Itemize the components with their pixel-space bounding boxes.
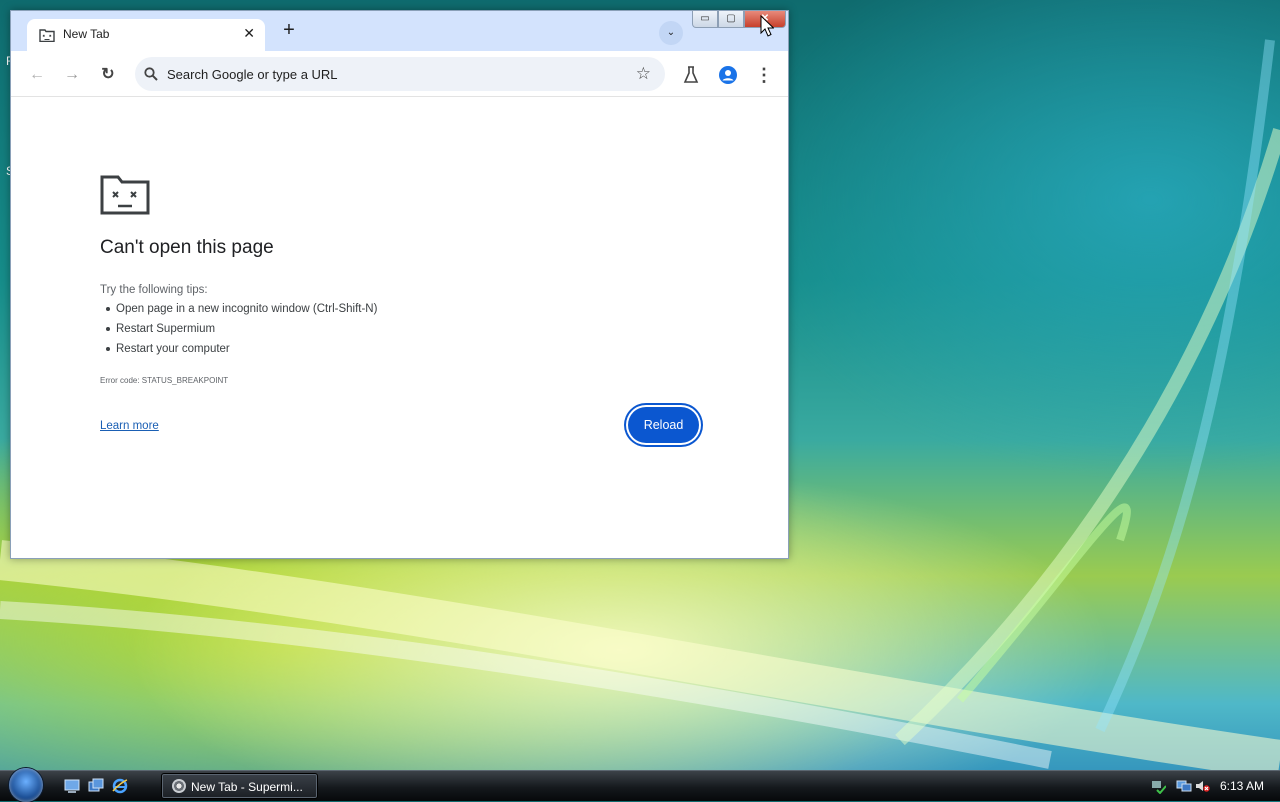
omnibox-placeholder[interactable]: Search Google or type a URL [167, 67, 338, 82]
minimize-button[interactable]: ▭ [692, 11, 718, 28]
list-item: Restart Supermium [100, 319, 377, 339]
browser-window: New Tab ✕ + ⌄ ▭ ▢ ✕ ← → ↻ Search Google … [10, 10, 789, 559]
new-tab-button[interactable]: + [277, 19, 301, 43]
list-item: Open page in a new incognito window (Ctr… [100, 299, 377, 319]
safely-remove-icon[interactable] [1150, 778, 1166, 794]
error-title: Can't open this page [100, 237, 274, 258]
forward-button[interactable]: → [60, 63, 84, 87]
tab-title: New Tab [63, 27, 110, 41]
supermium-icon [172, 779, 186, 793]
error-page: Can't open this page Try the following t… [11, 97, 788, 558]
mouse-cursor-icon [760, 15, 774, 37]
back-button[interactable]: ← [25, 63, 49, 87]
network-icon[interactable] [1176, 778, 1192, 794]
reload-icon[interactable]: ↻ [96, 63, 120, 87]
taskbar: New Tab - Supermi... 6:13 AM [0, 768, 1280, 802]
error-tips-list: Open page in a new incognito window (Ctr… [100, 299, 377, 359]
omnibox[interactable]: Search Google or type a URL ☆ [135, 57, 665, 91]
toolbar: ← → ↻ Search Google or type a URL ☆ ⋮ [11, 51, 788, 97]
learn-more-link[interactable]: Learn more [100, 420, 159, 432]
internet-explorer-icon[interactable] [112, 778, 128, 794]
titlebar[interactable]: New Tab ✕ + ⌄ ▭ ▢ ✕ [11, 11, 788, 51]
clock[interactable]: 6:13 AM [1220, 779, 1264, 793]
error-tips-label: Try the following tips: [100, 284, 208, 296]
profile-avatar-icon[interactable] [716, 63, 740, 87]
menu-kebab-icon[interactable]: ⋮ [752, 63, 776, 87]
labs-flask-icon[interactable] [679, 63, 703, 87]
volume-muted-icon[interactable] [1194, 778, 1210, 794]
error-code: Error code: STATUS_BREAKPOINT [100, 376, 229, 385]
reload-button[interactable]: Reload [628, 407, 699, 443]
tab-search-button[interactable]: ⌄ [659, 21, 683, 45]
bookmark-star-icon[interactable]: ☆ [636, 64, 651, 84]
sad-folder-icon [39, 29, 55, 42]
list-item: Restart your computer [100, 339, 377, 359]
task-label: New Tab - Supermi... [191, 780, 303, 794]
sad-folder-icon [100, 175, 150, 215]
tab-close-icon[interactable]: ✕ [243, 25, 255, 42]
start-button[interactable] [9, 768, 43, 802]
system-tray: 6:13 AM [1140, 771, 1280, 801]
tab-new-tab[interactable]: New Tab ✕ [27, 19, 265, 51]
search-icon [144, 67, 158, 81]
maximize-button[interactable]: ▢ [718, 11, 744, 28]
taskbar-task-supermium[interactable]: New Tab - Supermi... [161, 773, 318, 799]
switch-windows-icon[interactable] [88, 778, 104, 794]
show-desktop-icon[interactable] [64, 778, 80, 794]
